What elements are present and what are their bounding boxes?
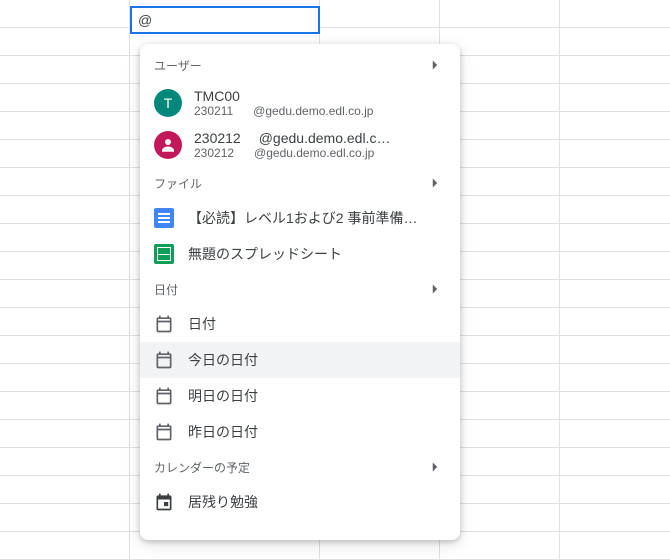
docs-icon: [154, 208, 174, 228]
calendar-icon: [154, 350, 174, 370]
user-id: 230211: [194, 104, 233, 118]
user-name: 230212: [194, 130, 241, 146]
section-header-calendar[interactable]: カレンダーの予定: [140, 450, 460, 484]
section-label: ユーザー: [154, 57, 202, 74]
date-item[interactable]: 昨日の日付: [140, 414, 460, 450]
cell-value: @: [138, 12, 152, 28]
section-header-files[interactable]: ファイル: [140, 166, 460, 200]
section-label: カレンダーの予定: [154, 459, 250, 476]
date-item[interactable]: 明日の日付: [140, 378, 460, 414]
person-icon: [159, 136, 177, 154]
date-label: 今日の日付: [188, 350, 258, 370]
sheets-icon: [154, 244, 174, 264]
calendar-icon: [154, 386, 174, 406]
avatar: T: [154, 89, 182, 117]
file-label: 【必読】レベル1および2 事前準備…: [188, 208, 417, 228]
event-label: 居残り勉強: [188, 492, 258, 512]
user-id: 230212: [194, 146, 234, 160]
chevron-right-icon: [426, 280, 444, 298]
calendar-icon: [154, 314, 174, 334]
at-mention-dropdown: ユーザー T TMC00 230211 @gedu.demo.edl.co.jp…: [140, 44, 460, 540]
avatar: [154, 131, 182, 159]
chevron-right-icon: [426, 458, 444, 476]
calendar-icon: [154, 422, 174, 442]
date-label: 日付: [188, 314, 216, 334]
user-item[interactable]: 230212 @gedu.demo.edl.c… 230212 @gedu.de…: [140, 124, 460, 166]
chevron-right-icon: [426, 174, 444, 192]
file-item[interactable]: 無題のスプレッドシート: [140, 236, 460, 272]
event-icon: [154, 492, 174, 512]
section-header-dates[interactable]: 日付: [140, 272, 460, 306]
user-email-sub: @gedu.demo.edl.co.jp: [254, 146, 374, 160]
file-label: 無題のスプレッドシート: [188, 244, 342, 264]
user-email: @gedu.demo.edl.c…: [259, 130, 391, 146]
active-cell-input[interactable]: @: [130, 6, 320, 34]
file-item[interactable]: 【必読】レベル1および2 事前準備…: [140, 200, 460, 236]
user-item[interactable]: T TMC00 230211 @gedu.demo.edl.co.jp: [140, 82, 460, 124]
section-header-users[interactable]: ユーザー: [140, 48, 460, 82]
user-email: @gedu.demo.edl.co.jp: [253, 104, 373, 118]
section-label: ファイル: [154, 175, 202, 192]
date-label: 昨日の日付: [188, 422, 258, 442]
chevron-right-icon: [426, 56, 444, 74]
date-item[interactable]: 今日の日付: [140, 342, 460, 378]
section-label: 日付: [154, 281, 178, 298]
calendar-event-item[interactable]: 居残り勉強: [140, 484, 460, 520]
date-label: 明日の日付: [188, 386, 258, 406]
user-name: TMC00: [194, 88, 446, 104]
date-item[interactable]: 日付: [140, 306, 460, 342]
